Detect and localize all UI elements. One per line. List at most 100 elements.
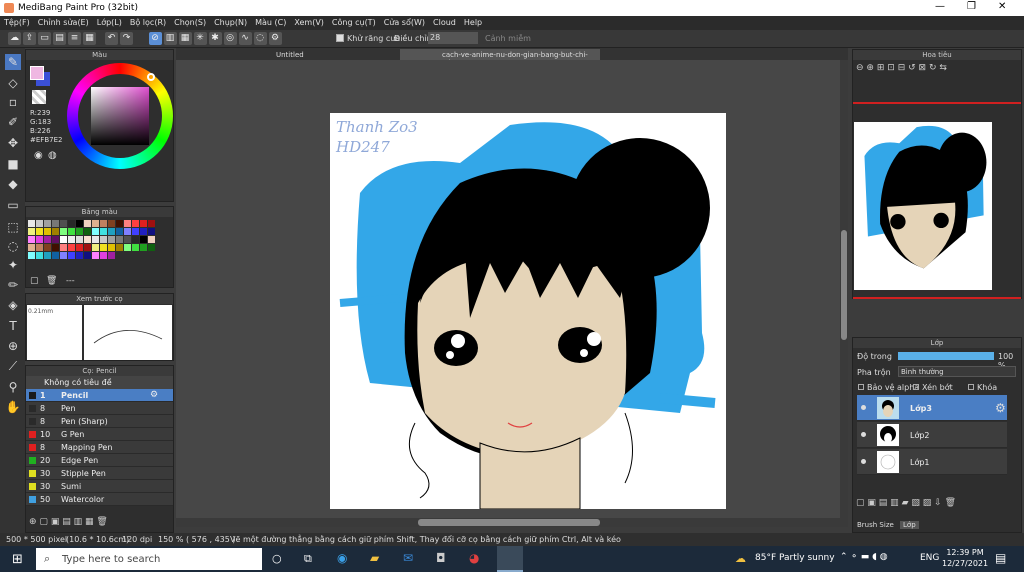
palette-swatch[interactable] bbox=[68, 220, 75, 227]
drawing-canvas[interactable]: Thanh Zo3 HD247 bbox=[330, 113, 726, 509]
palette-grid[interactable] bbox=[28, 220, 160, 260]
palette-swatch[interactable] bbox=[36, 236, 43, 243]
fill-rect-icon[interactable]: ■ bbox=[5, 156, 21, 172]
brush-item[interactable]: 8 Mapping Pen bbox=[26, 441, 173, 454]
curve-snap-icon[interactable]: ∿ bbox=[238, 32, 252, 45]
palette-swatch[interactable] bbox=[68, 228, 75, 235]
edge-icon[interactable]: ◉ bbox=[337, 551, 347, 565]
visibility-icon[interactable] bbox=[861, 459, 866, 464]
undo-icon[interactable]: ↶ bbox=[105, 32, 118, 45]
hue-wheel[interactable] bbox=[67, 63, 173, 169]
pen-tool-icon[interactable]: ✐ bbox=[5, 114, 21, 130]
palette-swatch[interactable] bbox=[28, 252, 35, 259]
palette-swatch[interactable] bbox=[68, 252, 75, 259]
palette-swatch[interactable] bbox=[132, 244, 139, 251]
layer-row-1[interactable]: Lớp1 bbox=[857, 449, 1007, 475]
palette-swatch[interactable] bbox=[132, 236, 139, 243]
palette-swatch[interactable] bbox=[60, 236, 67, 243]
vertical-scroll-thumb[interactable] bbox=[841, 230, 847, 340]
brush-set-icon[interactable]: ▣ bbox=[51, 517, 60, 527]
palette-swatch[interactable] bbox=[132, 228, 139, 235]
horizontal-scrollbar[interactable] bbox=[176, 518, 848, 527]
palette-swatch[interactable] bbox=[100, 244, 107, 251]
notification-icon[interactable]: ▤ bbox=[995, 551, 1006, 565]
clock-time[interactable]: 12:39 PM bbox=[945, 548, 985, 557]
palette-swatch[interactable] bbox=[132, 220, 139, 227]
add-brush-icon[interactable]: ⊕ bbox=[29, 517, 37, 527]
windows-start-icon[interactable]: ⊞ bbox=[12, 552, 23, 567]
lock-checkbox[interactable] bbox=[968, 384, 974, 390]
menu-view[interactable]: Xem(V) bbox=[290, 16, 328, 29]
taskbar-search[interactable]: ⌕ Type here to search bbox=[36, 548, 262, 570]
palette-swatch[interactable] bbox=[92, 244, 99, 251]
tab-layers[interactable]: Lớp bbox=[900, 521, 919, 529]
brush-copy-icon[interactable]: ▢ bbox=[39, 517, 48, 527]
navigator-thumbnail[interactable] bbox=[854, 122, 992, 290]
palette-swatch[interactable] bbox=[116, 244, 123, 251]
select-pen-icon[interactable]: ✏ bbox=[5, 277, 21, 293]
brush-item[interactable]: 30 Stipple Pen bbox=[26, 467, 173, 480]
maximize-icon[interactable]: ❐ bbox=[967, 1, 976, 12]
palette-swatch[interactable] bbox=[76, 220, 83, 227]
blend-select[interactable]: Bình thường bbox=[898, 366, 1016, 377]
zoom-out-icon[interactable]: ⊖ bbox=[856, 63, 864, 73]
palette-swatch[interactable] bbox=[108, 244, 115, 251]
snap-off-icon[interactable]: ⊘ bbox=[148, 32, 162, 45]
close-icon[interactable]: ✕ bbox=[998, 1, 1006, 12]
task-view-icon[interactable]: ⧉ bbox=[304, 552, 312, 566]
chrome-icon[interactable]: ◕ bbox=[469, 551, 479, 565]
palette-swatch[interactable] bbox=[100, 252, 107, 259]
palette-more[interactable]: --- bbox=[66, 276, 75, 285]
language-indicator[interactable]: ENG bbox=[920, 553, 939, 563]
clipping-checkbox[interactable] bbox=[913, 384, 919, 390]
rotate-right-icon[interactable]: ↻ bbox=[929, 63, 937, 73]
menu-tools[interactable]: Công cụ(T) bbox=[328, 16, 380, 29]
menu-help[interactable]: Help bbox=[460, 16, 486, 29]
reset-icon[interactable]: ⊠ bbox=[919, 63, 927, 73]
layer-folder-icon[interactable]: ▰ bbox=[902, 498, 909, 508]
palette-swatch[interactable] bbox=[140, 220, 147, 227]
perspective-snap-icon[interactable]: ◌ bbox=[253, 32, 267, 45]
primary-color-swatch[interactable] bbox=[30, 66, 44, 80]
palette-swatch[interactable] bbox=[84, 244, 91, 251]
brush-item[interactable]: 20 Edge Pen bbox=[26, 454, 173, 467]
brush-item[interactable]: 8 Pen bbox=[26, 402, 173, 415]
palette-swatch[interactable] bbox=[36, 244, 43, 251]
palette-swatch[interactable] bbox=[140, 236, 147, 243]
magic-wand-icon[interactable]: ✦ bbox=[5, 257, 21, 273]
camera-icon[interactable]: ◘ bbox=[436, 551, 446, 565]
palette-swatch[interactable] bbox=[44, 244, 51, 251]
palette-swatch[interactable] bbox=[100, 220, 107, 227]
brush-item[interactable]: 1 Pencil ⚙ bbox=[26, 389, 173, 402]
palette-swatch[interactable] bbox=[124, 244, 131, 251]
menu-filter[interactable]: Bộ lọc(R) bbox=[126, 16, 170, 29]
layer-settings-icon[interactable]: ⚙ bbox=[995, 401, 1006, 415]
bucket-icon[interactable]: ◆ bbox=[5, 176, 21, 192]
flip-icon[interactable]: ⇆ bbox=[939, 63, 947, 73]
palette-swatch[interactable] bbox=[60, 252, 67, 259]
brush-file-icon[interactable]: ▤ bbox=[62, 517, 71, 527]
palette-swatch[interactable] bbox=[68, 236, 75, 243]
palette-swatch[interactable] bbox=[116, 236, 123, 243]
palette-swatch[interactable] bbox=[76, 252, 83, 259]
comment-icon[interactable]: ▭ bbox=[38, 32, 51, 45]
hue-marker[interactable] bbox=[147, 73, 155, 81]
cloud-icon[interactable]: ☁ bbox=[8, 32, 21, 45]
palette-swatch[interactable] bbox=[28, 220, 35, 227]
concentric-snap-icon[interactable]: ◎ bbox=[223, 32, 237, 45]
saturation-square[interactable] bbox=[91, 87, 149, 145]
palette-swatch[interactable] bbox=[52, 228, 59, 235]
palette-swatch[interactable] bbox=[44, 220, 51, 227]
color-picker-icon[interactable]: ◍ bbox=[48, 150, 57, 161]
palette-swatch[interactable] bbox=[84, 252, 91, 259]
palette-swatch[interactable] bbox=[60, 220, 67, 227]
select-eraser-icon[interactable]: ◈ bbox=[5, 297, 21, 313]
layer-menu-icon[interactable]: ▥ bbox=[890, 498, 899, 508]
text-icon[interactable]: T bbox=[5, 318, 21, 334]
palette-swatch[interactable] bbox=[148, 244, 155, 251]
new-layer-set-icon[interactable]: ▤ bbox=[879, 498, 888, 508]
palette-swatch[interactable] bbox=[44, 252, 51, 259]
operation-icon[interactable]: ⊕ bbox=[5, 338, 21, 354]
palette-swatch[interactable] bbox=[44, 228, 51, 235]
menu-snap[interactable]: Chụp(N) bbox=[210, 16, 251, 29]
